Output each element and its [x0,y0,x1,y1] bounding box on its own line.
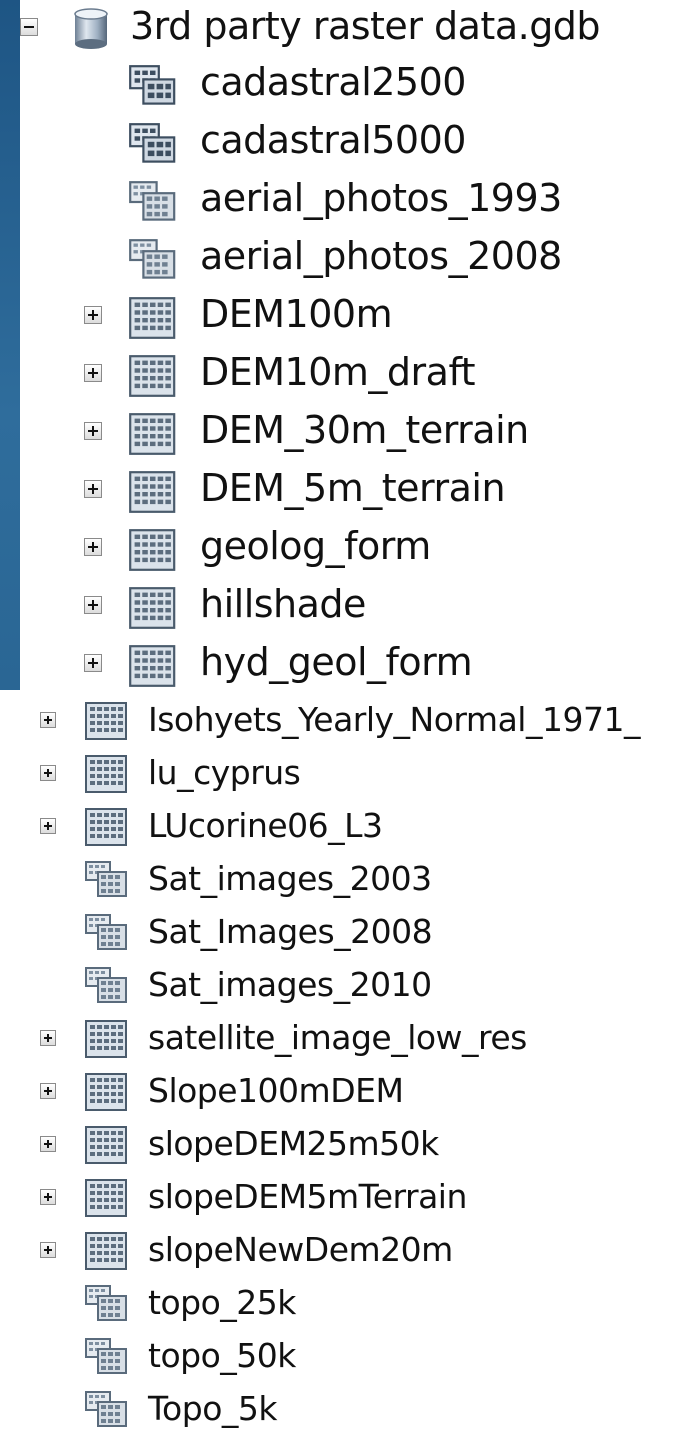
tree-node-label: hillshade [200,582,366,626]
expand-icon[interactable] [40,1136,56,1152]
tree-node-label: aerial_photos_2008 [200,234,562,278]
tree-node-label: cadastral5000 [200,118,466,162]
expand-icon[interactable] [84,654,102,672]
expand-icon[interactable] [84,306,102,324]
expand-icon[interactable] [40,765,56,781]
tree-node-label: geolog_form [200,524,431,568]
expand-icon[interactable] [40,712,56,728]
tree-node-label: satellite_image_low_res [148,1018,527,1057]
tree-node-label: aerial_photos_1993 [200,176,562,220]
raster-catalog-icon [128,122,176,166]
tree-node-label: Topo_5k [148,1389,277,1428]
catalog-tree-bottom: Isohyets_Yearly_Normal_1971_ lu_cyprus L… [0,690,694,1440]
expand-icon[interactable] [84,596,102,614]
tree-node-label: topo_50k [148,1336,296,1375]
tree-node-label: Sat_Images_2008 [148,912,433,951]
catalog-tree-top: 3rd party raster data.gdb cadastral2500 … [20,0,694,690]
mosaic-dataset-icon [84,966,128,1006]
collapse-icon[interactable] [20,18,38,36]
raster-dataset-icon [128,354,176,398]
tree-node-label: Sat_images_2003 [148,859,432,898]
expand-icon[interactable] [40,818,56,834]
raster-dataset-icon [84,1178,128,1218]
raster-dataset-icon [84,1019,128,1059]
tree-node-label: 3rd party raster data.gdb [130,4,601,48]
raster-dataset-icon [84,1231,128,1271]
mosaic-dataset-icon [84,860,128,900]
mosaic-dataset-icon [128,180,176,224]
expand-icon[interactable] [84,422,102,440]
mosaic-dataset-icon [84,1337,128,1377]
tree-node-label: DEM_30m_terrain [200,408,529,452]
tree-node-label: topo_25k [148,1283,296,1322]
expand-icon[interactable] [40,1030,56,1046]
tree-node-label: slopeDEM5mTerrain [148,1177,467,1216]
expand-icon[interactable] [40,1242,56,1258]
expand-icon[interactable] [40,1189,56,1205]
expand-icon[interactable] [84,480,102,498]
tree-node-label: hyd_geol_form [200,640,473,684]
expand-icon[interactable] [40,1083,56,1099]
tree-node-label: cadastral2500 [200,60,466,104]
tree-node-label: Isohyets_Yearly_Normal_1971_ [148,700,640,739]
tree-node-label: Sat_images_2010 [148,965,432,1004]
mosaic-dataset-icon [128,238,176,282]
expand-icon[interactable] [84,538,102,556]
raster-dataset-icon [84,754,128,794]
mosaic-dataset-icon [84,1284,128,1324]
raster-dataset-icon [84,807,128,847]
tree-node-label: DEM100m [200,292,393,336]
raster-dataset-icon [128,644,176,688]
tree-node-label: DEM10m_draft [200,350,476,394]
raster-dataset-icon [128,470,176,514]
raster-dataset-icon [84,701,128,741]
tree-node-label: DEM_5m_terrain [200,466,506,510]
desktop-background-top [0,0,20,690]
tree-node-label: lu_cyprus [148,753,301,792]
database-cylinder-icon [68,6,114,52]
tree-node-label: LUcorine06_L3 [148,806,383,845]
raster-dataset-icon [128,412,176,456]
raster-dataset-icon [128,528,176,572]
tree-node-label: slopeNewDem20m [148,1230,453,1269]
expand-icon[interactable] [84,364,102,382]
raster-dataset-icon [84,1125,128,1165]
tree-node-label: slopeDEM25m50k [148,1124,439,1163]
mosaic-dataset-icon [84,913,128,953]
raster-dataset-icon [128,296,176,340]
mosaic-dataset-icon [84,1390,128,1430]
raster-dataset-icon [128,586,176,630]
raster-dataset-icon [84,1072,128,1112]
raster-catalog-icon [128,64,176,108]
tree-node-label: Slope100mDEM [148,1071,404,1110]
